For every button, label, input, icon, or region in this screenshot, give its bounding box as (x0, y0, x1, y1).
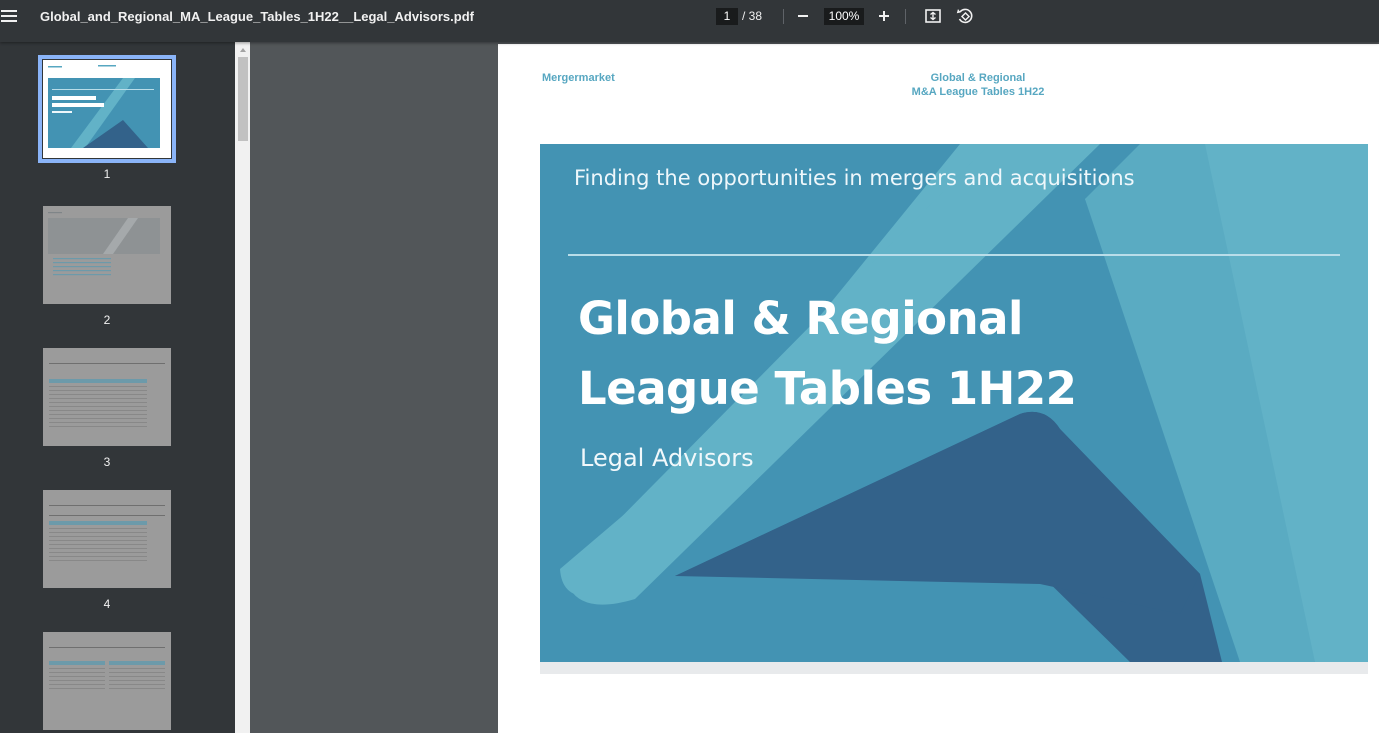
page-number-input[interactable]: 1 (716, 8, 738, 25)
thumbnail-page-4[interactable]: 4 (43, 490, 171, 611)
thumbnail-image (38, 55, 176, 163)
cover-banner: Finding the opportunities in mergers and… (540, 144, 1368, 662)
hamburger-icon[interactable] (0, 5, 18, 27)
cover-tagline: Finding the opportunities in mergers and… (574, 166, 1135, 190)
sidebar-scrollbar[interactable] (235, 42, 250, 733)
thumbnail-sidebar: 1 2 3 4 (0, 42, 235, 733)
page-header-line-2: M&A League Tables 1H22 (911, 86, 1045, 98)
fit-to-page-icon[interactable] (923, 6, 943, 26)
plus-icon[interactable] (876, 6, 892, 26)
thumbnail-page-3[interactable]: 3 (43, 348, 171, 469)
thumbnail-label: 1 (103, 167, 111, 181)
scroll-up-arrow-icon[interactable] (238, 46, 248, 54)
page-brand: Mergermarket (542, 72, 615, 84)
thumbnail-label: 2 (103, 313, 111, 327)
toolbar: Global_and_Regional_MA_League_Tables_1H2… (0, 0, 1379, 42)
toolbar-divider (905, 9, 906, 24)
thumbnail-page-2[interactable]: 2 (43, 206, 171, 327)
thumbnail-label: 4 (103, 597, 111, 611)
cover-subtitle: Legal Advisors (580, 444, 754, 472)
pdf-page: Mergermarket Global & Regional M&A Leagu… (498, 44, 1379, 733)
cover-title: Global & Regional League Tables 1H22 (578, 284, 1077, 424)
cover-title-line-2: League Tables 1H22 (578, 362, 1077, 415)
zoom-input[interactable]: 100% (824, 8, 864, 25)
sidebar-scroll-thumb[interactable] (238, 57, 248, 141)
thumbnail-image (43, 348, 171, 446)
thumbnail-page-5[interactable]: 5 (43, 632, 171, 733)
thumbnail-page-1[interactable]: 1 (38, 55, 176, 181)
thumbnail-image (43, 490, 171, 588)
cover-divider (568, 254, 1340, 256)
page-header-line-1: Global & Regional (930, 72, 1026, 84)
thumbnail-image (43, 206, 171, 304)
page-header: Global & Regional M&A League Tables 1H22 (878, 71, 1078, 99)
toolbar-divider (783, 9, 784, 24)
page-count: / 38 (742, 9, 763, 23)
thumbnail-label: 3 (103, 455, 111, 469)
minus-icon[interactable] (795, 6, 811, 26)
thumbnail-image (43, 632, 171, 730)
cover-footer-strip (540, 662, 1368, 674)
document-title: Global_and_Regional_MA_League_Tables_1H2… (40, 9, 474, 24)
rotate-icon[interactable] (955, 6, 975, 26)
cover-title-line-1: Global & Regional (578, 292, 1023, 345)
